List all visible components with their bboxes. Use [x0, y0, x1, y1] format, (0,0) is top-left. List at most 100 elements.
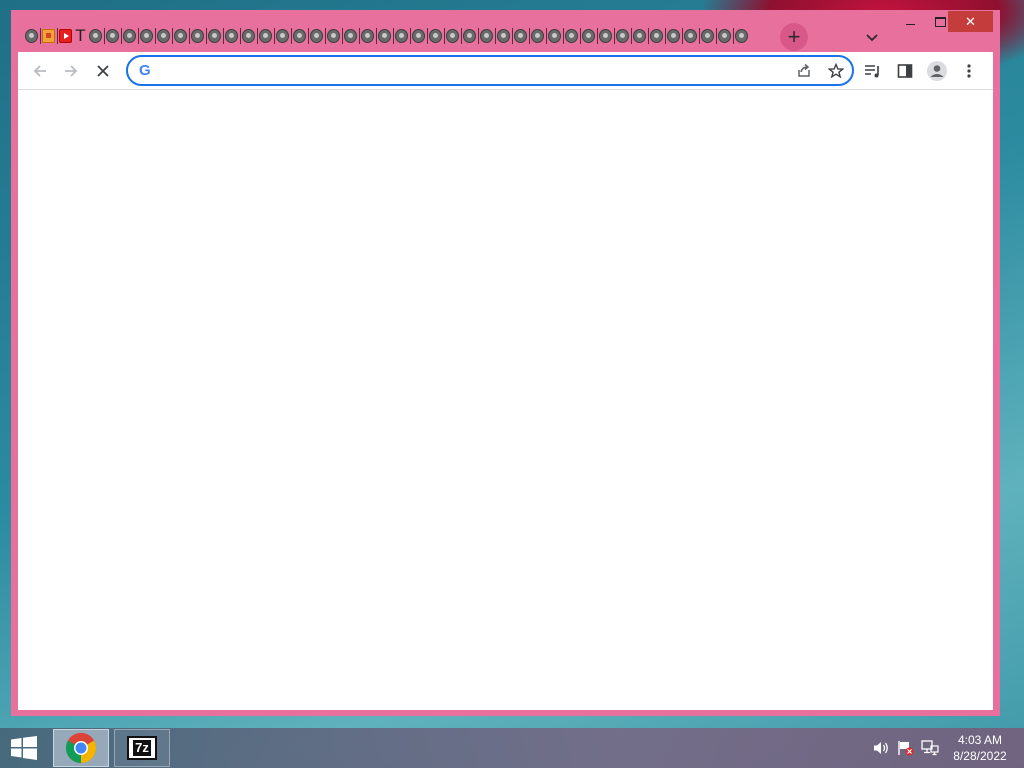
- chrome-tab-icon[interactable]: [599, 29, 612, 43]
- tab-separator: [121, 28, 122, 44]
- chrome-tab-icon[interactable]: [140, 29, 153, 43]
- tab-letter[interactable]: T: [74, 26, 87, 46]
- omnibox[interactable]: G: [126, 55, 854, 86]
- maximize-icon: [934, 16, 946, 27]
- windows-logo-icon: [11, 736, 37, 760]
- chrome-tab-icon[interactable]: [463, 29, 476, 43]
- forward-button[interactable]: [57, 57, 85, 85]
- chrome-tab-icon[interactable]: [514, 29, 527, 43]
- chrome-icon: [65, 732, 97, 763]
- tab-separator: [257, 28, 258, 44]
- chrome-tab-icon[interactable]: [395, 29, 408, 43]
- new-tab-button[interactable]: +: [780, 23, 808, 51]
- arrow-left-icon: [33, 65, 46, 77]
- chrome-tab-icon[interactable]: [242, 29, 255, 43]
- side-panel-button[interactable]: [891, 57, 919, 85]
- chrome-tab-icon[interactable]: [735, 29, 748, 43]
- tab-favicon-icon[interactable]: [42, 29, 55, 43]
- chrome-tab-icon[interactable]: [327, 29, 340, 43]
- chrome-tab-icon[interactable]: [718, 29, 731, 43]
- volume-button[interactable]: [872, 740, 890, 756]
- tab-separator: [40, 28, 41, 44]
- tab-separator: [57, 28, 58, 44]
- stop-button[interactable]: [89, 57, 117, 85]
- browser-toolbar: G: [18, 52, 993, 90]
- chrome-tab-icon[interactable]: [650, 29, 663, 43]
- tab-search-button[interactable]: [861, 26, 883, 48]
- tab-separator: [716, 28, 717, 44]
- close-icon: [97, 65, 109, 77]
- side-panel-icon: [897, 64, 913, 78]
- taskbar: 7z 4:03 AM 8/28/2022: [0, 728, 1024, 768]
- chrome-tab-icon[interactable]: [361, 29, 374, 43]
- taskbar-7zip-button[interactable]: 7z: [114, 729, 170, 767]
- chrome-tab-icon[interactable]: [25, 29, 38, 43]
- tab-separator: [614, 28, 615, 44]
- address-input[interactable]: [158, 60, 762, 82]
- chrome-tab-icon[interactable]: [225, 29, 238, 43]
- page-content[interactable]: [18, 90, 993, 710]
- chrome-tab-icon[interactable]: [701, 29, 714, 43]
- start-button[interactable]: [0, 728, 48, 768]
- chrome-tab-icon[interactable]: [259, 29, 272, 43]
- chrome-tab-icon[interactable]: [667, 29, 680, 43]
- chrome-tab-icon[interactable]: [174, 29, 187, 43]
- tab-separator: [682, 28, 683, 44]
- profile-button[interactable]: [923, 57, 951, 85]
- chrome-tab-icon[interactable]: [446, 29, 459, 43]
- volume-icon: [874, 742, 888, 754]
- chrome-tab-icon[interactable]: [480, 29, 493, 43]
- chrome-tab-icon[interactable]: [412, 29, 425, 43]
- chrome-tab-icon[interactable]: [548, 29, 561, 43]
- share-button[interactable]: [792, 59, 816, 83]
- tab-separator: [342, 28, 343, 44]
- chrome-tab-icon[interactable]: [582, 29, 595, 43]
- tab-separator: [189, 28, 190, 44]
- chrome-tab-icon[interactable]: [616, 29, 629, 43]
- youtube-tab-icon[interactable]: [59, 29, 72, 43]
- tab-separator: [172, 28, 173, 44]
- chrome-tab-icon[interactable]: [310, 29, 323, 43]
- chrome-tab-icon[interactable]: [633, 29, 646, 43]
- back-button[interactable]: [26, 57, 54, 85]
- tab-separator: [444, 28, 445, 44]
- chrome-tab-icon[interactable]: [531, 29, 544, 43]
- taskbar-chrome-button[interactable]: [53, 729, 109, 767]
- close-button[interactable]: ✕: [948, 11, 993, 32]
- chrome-tab-icon[interactable]: [429, 29, 442, 43]
- chrome-tab-icon[interactable]: [565, 29, 578, 43]
- chrome-tab-icon[interactable]: [293, 29, 306, 43]
- media-controls-button[interactable]: [859, 57, 887, 85]
- google-g-icon: G: [139, 62, 151, 79]
- action-center-button[interactable]: [897, 740, 915, 756]
- bookmark-button[interactable]: [824, 59, 848, 83]
- chrome-tab-icon[interactable]: [208, 29, 221, 43]
- chrome-tab-icon[interactable]: [497, 29, 510, 43]
- chrome-tab-icon[interactable]: [344, 29, 357, 43]
- tab-separator: [104, 28, 105, 44]
- media-controls-icon: [865, 65, 879, 78]
- tab-icons-row: T: [25, 25, 750, 47]
- tab-separator: [223, 28, 224, 44]
- chrome-tab-icon[interactable]: [106, 29, 119, 43]
- chrome-tab-icon[interactable]: [123, 29, 136, 43]
- tab-separator: [495, 28, 496, 44]
- tab-separator: [291, 28, 292, 44]
- tab-separator: [325, 28, 326, 44]
- chrome-tab-icon[interactable]: [157, 29, 170, 43]
- chrome-tab-icon[interactable]: [378, 29, 391, 43]
- taskbar-clock[interactable]: 4:03 AM 8/28/2022: [944, 732, 1016, 764]
- minimize-button[interactable]: [895, 10, 925, 32]
- chrome-tab-icon[interactable]: [276, 29, 289, 43]
- tab-separator: [665, 28, 666, 44]
- chrome-tab-icon[interactable]: [191, 29, 204, 43]
- tab-separator: [308, 28, 309, 44]
- tab-separator: [597, 28, 598, 44]
- chrome-window: T + ✕ G: [11, 10, 1000, 716]
- network-button[interactable]: [921, 740, 939, 756]
- menu-button[interactable]: [955, 57, 983, 85]
- tab-separator: [733, 28, 734, 44]
- chrome-tab-icon[interactable]: [684, 29, 697, 43]
- chrome-tab-icon[interactable]: [89, 29, 102, 43]
- tab-separator: [648, 28, 649, 44]
